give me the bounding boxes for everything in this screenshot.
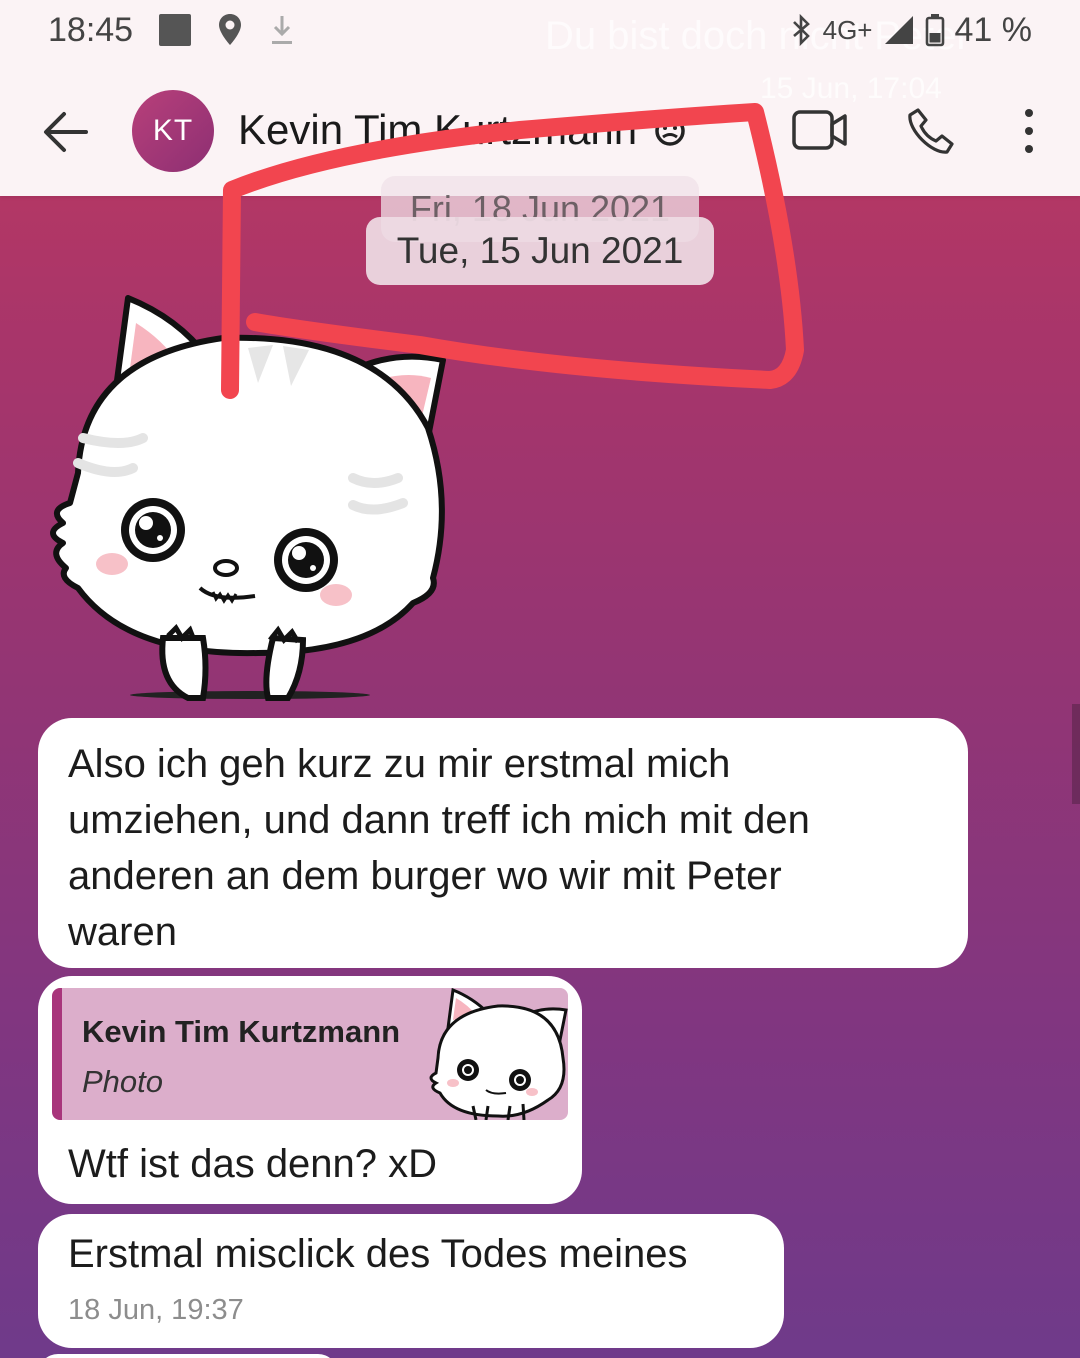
message-bubble-reply[interactable]: Kevin Tim Kurtzmann Photo Wtf ist das de… <box>38 976 582 1204</box>
status-time: 18:45 <box>48 10 134 49</box>
battery-icon <box>925 14 944 47</box>
message-line: anderen an dem burger wo wir mit Peter <box>68 854 782 898</box>
status-bar-left: 18:45 <box>48 8 295 52</box>
status-bar-right: 4G+ 41 % <box>789 8 1032 52</box>
signal-icon <box>884 16 913 44</box>
more-vert-icon[interactable] <box>1014 106 1044 156</box>
message-timestamp: 18 Jun, 19:37 <box>68 1294 244 1326</box>
quoted-photo-thumbnail <box>429 988 568 1120</box>
location-pin-icon <box>219 14 242 45</box>
date-separator: Tue, 15 Jun 2021 <box>366 217 714 285</box>
battery-percent: 41 % <box>954 10 1033 49</box>
download-icon <box>272 16 293 44</box>
bluetooth-icon <box>792 13 810 47</box>
network-type: 4G+ <box>822 14 873 45</box>
message-text: Erstmal misclick des Todes meines <box>68 1232 688 1276</box>
contact-name-row[interactable]: Kevin Tim Kurtzmann <box>238 106 687 154</box>
message-bubble-received[interactable]: Also ich geh kurz zu mir erstmal mich um… <box>38 718 968 968</box>
next-message-bubble-edge <box>38 1354 338 1358</box>
chat-screen: 18:45 Du bist doch nicht Peter 15 Jun, 1… <box>0 0 1080 1358</box>
message-line: waren <box>68 910 177 954</box>
back-arrow-icon[interactable] <box>40 108 92 156</box>
message-bubble-received[interactable]: Erstmal misclick des Todes meines 18 Jun… <box>38 1214 784 1348</box>
contact-avatar[interactable]: KT <box>132 90 214 172</box>
quoted-sender-name: Kevin Tim Kurtzmann <box>82 1014 401 1049</box>
scrollbar-thumb[interactable] <box>1072 704 1080 804</box>
message-line: umziehen, und dann treff ich mich mit de… <box>68 798 810 842</box>
quoted-media-type: Photo <box>82 1064 164 1099</box>
cat-sticker-image[interactable] <box>38 288 458 708</box>
ghost-message-time: 15 Jun, 17:04 <box>760 72 942 105</box>
phone-icon[interactable] <box>906 106 956 156</box>
message-text: Wtf ist das denn? xD <box>68 1142 438 1186</box>
contact-name: Kevin Tim Kurtzmann <box>238 106 638 153</box>
mute-status-icon <box>655 116 685 146</box>
notification-square-icon <box>159 14 192 46</box>
video-call-icon[interactable] <box>792 108 848 154</box>
quoted-message[interactable]: Kevin Tim Kurtzmann Photo <box>52 988 568 1120</box>
app-header: 18:45 Du bist doch nicht Peter 15 Jun, 1… <box>0 0 1080 196</box>
message-line: Also ich geh kurz zu mir erstmal mich <box>68 742 731 786</box>
